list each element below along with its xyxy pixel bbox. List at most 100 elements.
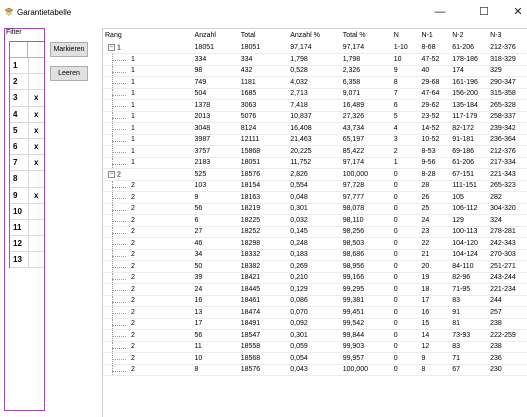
table-row[interactable]: 2 34 18332 0,183 98,686 0 21 104-124 270-303: [103, 249, 527, 261]
table-row[interactable]: 2 17 18491 0,092 99,542 0 15 81 238: [103, 318, 527, 330]
collapse-icon[interactable]: −: [108, 170, 115, 178]
column-header[interactable]: Total: [239, 29, 289, 42]
rang-cell: 2: [103, 191, 193, 204]
filter-row[interactable]: 6x: [10, 138, 44, 156]
table-row[interactable]: 1 3987 12111 21,463 65,197 3 10-52 91-181 236-36…: [103, 134, 527, 146]
rang-cell: 2: [103, 352, 193, 365]
column-header[interactable]: Rang: [103, 29, 193, 42]
table-row[interactable]: 2 56 18547 0,301 99,844 0 14 73-93 222-259: [103, 329, 527, 342]
filter-row-mark[interactable]: x: [28, 90, 44, 106]
table-row[interactable]: 2 46 18298 0,248 98,503 0 22 104-120 242-343: [103, 237, 527, 250]
table-cell: 2: [391, 145, 420, 158]
filter-row[interactable]: 1: [10, 58, 44, 75]
table-cell: 85,422: [340, 145, 392, 158]
filter-row-number: 7: [10, 155, 29, 171]
filter-row[interactable]: 5x: [10, 122, 44, 139]
table-row[interactable]: 1 3048 8124 16,408 43,734 4 14-52 82-172 239-342: [103, 122, 527, 135]
filter-row-mark[interactable]: x: [28, 122, 44, 138]
filter-row-mark[interactable]: x: [28, 138, 44, 155]
table-row[interactable]: 1 1378 3063 7,418 16,489 6 29-62 135-184 265-328: [103, 99, 527, 112]
rang-value: 2: [131, 274, 135, 282]
table-row[interactable]: 2 6 18225 0,032 98,110 0 24 129 324: [103, 214, 527, 227]
table-cell: 6: [192, 214, 239, 227]
table-cell: 18051: [238, 42, 289, 54]
results-table[interactable]: Rang Anzahl Total Anzahl % Total % N N-1 N-2 N-3…: [103, 29, 527, 376]
table-row[interactable]: 1 334 334 1,798 1,798 10 47-52 178-186 318-329: [103, 53, 527, 66]
rang-value: 2: [131, 262, 135, 270]
table-row[interactable]: 2 9 18163 0,048 97,777 0 26 105 282: [103, 191, 527, 204]
tree-connector: [112, 359, 126, 360]
table-row[interactable]: 1 504 1685 2,713 9,071 7 47-64 156-200 315-358: [103, 88, 527, 100]
minimize-icon[interactable]: —: [429, 4, 451, 20]
table-cell: 2183: [192, 157, 239, 169]
table-row[interactable]: 1 2013 5076 10,837 27,326 5 23-52 117-179 258-33…: [103, 111, 527, 123]
table-cell: 0: [391, 306, 420, 319]
table-cell: 100-113: [450, 226, 489, 238]
filter-row[interactable]: 10: [10, 203, 44, 220]
column-header[interactable]: Total %: [341, 29, 392, 42]
table-cell: 18051: [238, 157, 289, 169]
close-icon[interactable]: ✕: [507, 4, 527, 20]
tree-connector: [112, 83, 126, 84]
maximize-icon[interactable]: ☐: [473, 4, 495, 20]
filter-row[interactable]: 3x: [10, 90, 44, 107]
column-header[interactable]: Anzahl: [193, 29, 239, 42]
filter-row-mark[interactable]: [28, 203, 44, 219]
group-row[interactable]: −1 18051 18051 97,174 97,174 1-10 8-68 61-206 21…: [103, 42, 527, 54]
table-cell: 8: [391, 76, 420, 89]
filter-row-mark[interactable]: x: [28, 187, 44, 203]
table-row[interactable]: 2 24 18445 0,129 99,295 0 18 71-95 221-234: [103, 283, 527, 296]
filter-row-number: 2: [10, 74, 29, 90]
filter-row-mark[interactable]: x: [28, 106, 44, 122]
table-cell: 265-328: [488, 99, 527, 112]
filter-row[interactable]: 4x: [10, 106, 44, 123]
table-row[interactable]: 2 11 18558 0,059 99,903 0 12 83 238: [103, 341, 527, 353]
markieren-button[interactable]: Markieren: [50, 42, 88, 57]
table-row[interactable]: 2 27 18252 0,145 98,256 0 23 100-113 278-281: [103, 226, 527, 238]
table-cell: 129: [450, 214, 489, 227]
table-row[interactable]: 2 8 18576 0,043 100,000 0 8 67 230: [103, 364, 527, 376]
filter-row-mark[interactable]: [28, 171, 44, 187]
rang-cell: −2: [103, 168, 193, 181]
table-row[interactable]: 2 103 18154 0,554 97,728 0 28 111-151 265-323: [103, 180, 527, 192]
tree-connector: [112, 163, 126, 165]
filter-row-mark[interactable]: [28, 219, 44, 236]
table-row[interactable]: 1 3757 15868 20,225 85,422 2 8-53 69-186 212-376: [103, 145, 527, 158]
table-row[interactable]: 2 50 18382 0,269 98,956 0 20 84-110 251-271: [103, 260, 527, 273]
filter-row[interactable]: 9x: [10, 187, 44, 204]
filter-row[interactable]: 11: [10, 219, 44, 237]
filter-row-mark[interactable]: [28, 252, 44, 268]
table-cell: 3757: [192, 145, 239, 158]
table-row[interactable]: 1 749 1181 4,032 6,358 8 29-68 161-196 290-347: [103, 76, 527, 89]
filter-row-mark[interactable]: [28, 236, 44, 252]
table-cell: 10,837: [288, 111, 341, 123]
table-cell: 15: [419, 318, 451, 330]
group-row[interactable]: −2 525 18576 2,826 100,000 0 8-28 67-151 221-343: [103, 168, 527, 181]
table-row[interactable]: 2 13 18474 0,070 99,451 0 16 91 257: [103, 306, 527, 319]
filter-row-mark[interactable]: x: [28, 155, 44, 171]
rang-value: 2: [131, 239, 135, 247]
filter-row[interactable]: 2: [10, 74, 44, 91]
table-row[interactable]: 2 56 18219 0,301 98,078 0 25 106-112 304-320: [103, 203, 527, 215]
column-header[interactable]: N-1: [419, 29, 450, 42]
table-row[interactable]: 2 16 18461 0,086 99,381 0 17 83 244: [103, 295, 527, 307]
column-header[interactable]: Anzahl %: [288, 29, 340, 42]
column-header[interactable]: N: [392, 29, 420, 42]
filter-row-mark[interactable]: [28, 74, 44, 90]
table-cell: 3048: [192, 122, 239, 135]
column-header[interactable]: N-3: [488, 29, 527, 42]
filter-grid[interactable]: 1 2 3 x 4 x 5 x 6 x 7 x 8 9 x 10 11 12 13: [9, 41, 44, 269]
leeren-button[interactable]: Leeren: [50, 66, 88, 81]
filter-row[interactable]: 12: [10, 236, 44, 253]
filter-row[interactable]: 13: [10, 252, 44, 269]
filter-row[interactable]: 7x: [10, 155, 44, 172]
table-row[interactable]: 1 98 432 0,528 2,326 9 40 174 329: [103, 65, 527, 77]
tree-connector: [112, 255, 126, 257]
filter-row-mark[interactable]: [28, 58, 44, 74]
filter-row[interactable]: 8: [10, 171, 44, 188]
table-row[interactable]: 1 2183 18051 11,752 97,174 1 9-56 61-206 217-334: [103, 157, 527, 169]
column-header[interactable]: N-2: [450, 29, 488, 42]
table-row[interactable]: 2 39 18421 0,210 99,166 0 19 82-96 243-244: [103, 272, 527, 284]
table-row[interactable]: 2 10 18568 0,054 99,957 0 9 71 236: [103, 352, 527, 365]
collapse-icon[interactable]: −: [108, 43, 115, 51]
